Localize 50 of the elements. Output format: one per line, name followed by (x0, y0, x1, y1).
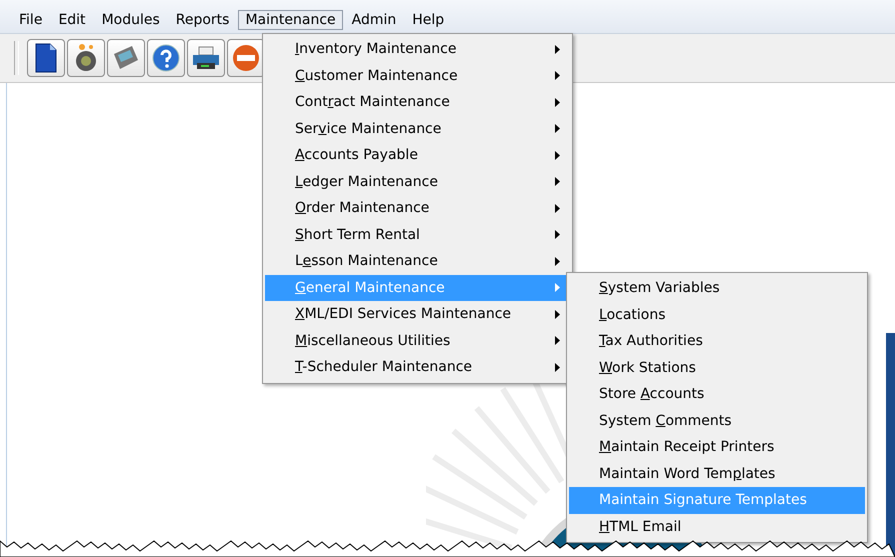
submenu-arrow-icon (555, 362, 560, 372)
submenu-arrow-icon (555, 230, 560, 240)
submenu-arrow-icon (555, 177, 560, 186)
printer-icon (191, 45, 221, 71)
toolbar-button[interactable] (187, 39, 225, 77)
menu-bar-item[interactable]: Modules (94, 10, 167, 30)
menu-bar-item[interactable]: File (12, 10, 50, 30)
submenu-arrow-icon (555, 256, 560, 266)
menu-item[interactable]: Store Accounts (569, 381, 865, 408)
menu-bar-item[interactable]: Help (405, 10, 452, 30)
submenu-arrow-icon (555, 98, 560, 107)
menu-item[interactable]: Ledger Maintenance (265, 168, 570, 195)
menu-bar-item[interactable]: Maintenance (238, 10, 343, 30)
menu-item[interactable]: Maintain Receipt Printers (569, 434, 865, 460)
menu-bar-item[interactable]: Admin (344, 10, 404, 30)
submenu-arrow-icon (555, 310, 560, 319)
submenu-arrow-icon (555, 71, 560, 80)
menu-item[interactable]: Inventory Maintenance (265, 36, 570, 62)
menu-bar-item[interactable]: Reports (168, 10, 236, 30)
submenu-arrow-icon (555, 204, 560, 213)
toolbar-button[interactable] (27, 39, 65, 77)
menu-item[interactable]: Maintain Word Templates (569, 460, 865, 487)
submenu-arrow-icon (555, 336, 560, 346)
menu-item[interactable]: Tax Authorities (569, 328, 865, 354)
menu-bar-item[interactable]: Edit (51, 10, 93, 30)
menu-item[interactable]: Short Term Rental (265, 222, 570, 248)
toolbar-button[interactable] (67, 39, 105, 77)
menu-item[interactable]: T-Scheduler Maintenance (265, 354, 570, 380)
menu-item[interactable]: Service Maintenance (265, 116, 570, 142)
cash-register-icon (112, 44, 140, 72)
submenu-arrow-icon (555, 150, 560, 160)
menu-item[interactable]: Work Stations (569, 354, 865, 381)
menu-item[interactable]: Contract Maintenance (265, 89, 570, 116)
menu-item[interactable]: Order Maintenance (265, 195, 570, 222)
submenu-arrow-icon (555, 283, 560, 292)
stop-icon (232, 44, 260, 72)
submenu-arrow-icon (555, 124, 560, 134)
webcam-icon (74, 43, 98, 73)
menu-item[interactable]: System Comments (569, 408, 865, 434)
menu-item[interactable]: System Variables (569, 275, 865, 302)
menu-item[interactable]: HTML Email (569, 514, 865, 540)
menu-item[interactable]: Customer Maintenance (265, 62, 570, 89)
menu-item[interactable]: Accounts Payable (265, 142, 570, 168)
menu-item[interactable]: Locations (569, 302, 865, 328)
help-icon (152, 44, 180, 72)
menu-item[interactable]: XML/EDI Services Maintenance (265, 301, 570, 328)
submenu-arrow-icon (555, 44, 560, 54)
menu-item[interactable]: Miscellaneous Utilities (265, 328, 570, 354)
menu-item[interactable]: Lesson Maintenance (265, 248, 570, 274)
document-icon (34, 43, 58, 73)
